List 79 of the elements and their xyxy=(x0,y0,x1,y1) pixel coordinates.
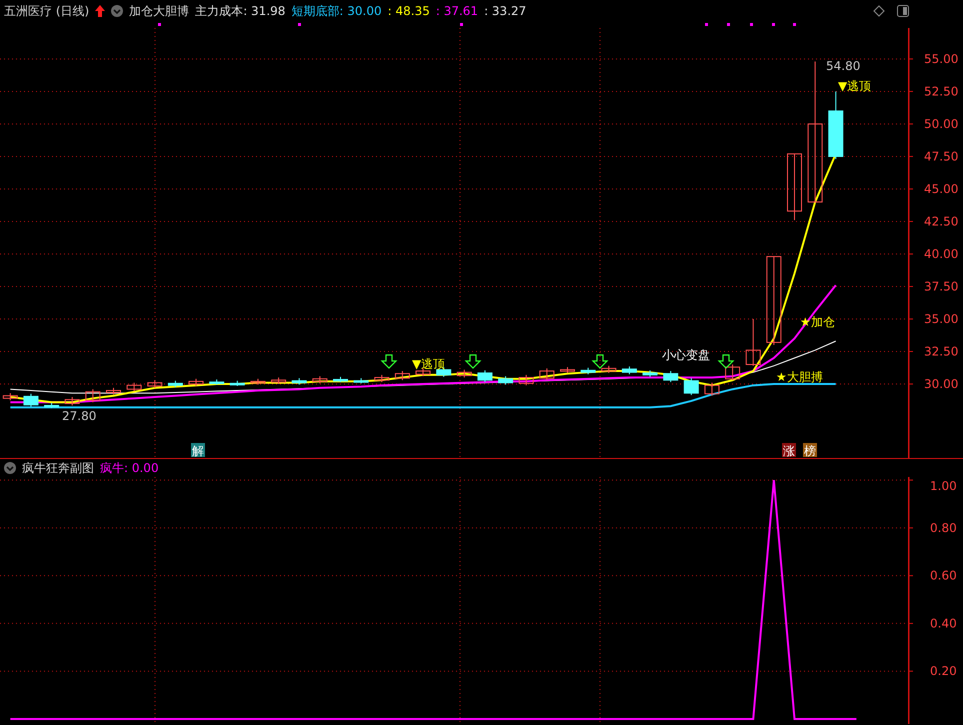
candle xyxy=(725,364,740,381)
y-axis-tick-label: 45.00 xyxy=(924,182,958,196)
candle xyxy=(85,388,100,403)
candle xyxy=(188,378,204,386)
candle xyxy=(456,369,472,378)
stock-title: 五洲医疗 (日线) xyxy=(4,2,90,20)
candle xyxy=(684,378,699,396)
candle xyxy=(2,392,18,401)
candle xyxy=(230,380,245,386)
y-axis-tick-label: 0.20 xyxy=(930,664,957,678)
candle xyxy=(44,402,60,409)
candle xyxy=(498,376,514,386)
down-arrow-icon xyxy=(592,354,608,369)
candle xyxy=(271,377,286,385)
candle xyxy=(292,378,307,386)
y-axis-tick-label: 47.50 xyxy=(924,149,958,164)
candle xyxy=(746,318,761,366)
candle xyxy=(416,368,431,377)
y-axis-tick-label: 40.00 xyxy=(924,246,958,261)
candle xyxy=(518,374,534,386)
candle xyxy=(580,367,596,375)
candle xyxy=(560,366,575,374)
y-axis-tick-label: 30.00 xyxy=(924,377,958,392)
y-axis-tick-label: 32.50 xyxy=(924,344,958,358)
chart-annotation: ★大胆搏 xyxy=(776,370,823,384)
indicator-readout: : 48.35 xyxy=(388,4,430,18)
chart-annotation: 27.80 xyxy=(62,409,96,423)
diamond-icon[interactable] xyxy=(873,5,885,17)
up-arrow-icon xyxy=(95,5,106,17)
candle xyxy=(663,370,678,383)
dropdown-icon[interactable] xyxy=(111,5,124,17)
candle xyxy=(787,153,802,221)
down-arrow-icon xyxy=(380,354,398,369)
y-axis-tick-label: 37.50 xyxy=(924,280,958,294)
candle xyxy=(23,393,38,408)
candle xyxy=(394,370,410,381)
candle xyxy=(106,387,121,395)
candle xyxy=(312,376,328,384)
down-arrow-icon xyxy=(464,354,482,369)
indicator-readout: : 37.61 xyxy=(436,4,478,18)
candle xyxy=(147,380,162,388)
y-axis-tick-label: 55.00 xyxy=(924,52,958,66)
y-axis-tick-label: 52.50 xyxy=(924,84,958,98)
chart-annotation: 小心变盘 xyxy=(662,348,710,362)
dropdown-icon[interactable] xyxy=(4,462,16,474)
indicator-name: 加仓大胆博 xyxy=(129,2,190,20)
candle xyxy=(354,378,369,384)
candle xyxy=(704,382,720,396)
y-axis-tick-label: 0.40 xyxy=(930,616,957,630)
chart-annotation: ▼逃顶 xyxy=(838,79,872,93)
candle xyxy=(209,378,224,386)
y-axis-tick-label: 1.00 xyxy=(930,479,957,493)
candle xyxy=(477,370,492,383)
y-axis-tick-label: 35.00 xyxy=(924,312,958,326)
candle xyxy=(642,370,658,378)
indicator-readout: 主力成本: 31.98 xyxy=(195,2,286,20)
subchart-title: 疯牛狂奔副图 xyxy=(22,460,94,476)
candle xyxy=(126,382,142,392)
indicator-readout: 疯牛: 0.00 xyxy=(100,460,159,476)
candle xyxy=(168,380,183,388)
signal-badge: 榜 xyxy=(803,443,817,458)
chart-annotation: ▼逃顶 xyxy=(412,357,446,371)
signal-badge: 解 xyxy=(191,443,205,458)
candle xyxy=(250,378,266,386)
y-axis-tick-label: 50.00 xyxy=(924,116,958,131)
candle xyxy=(539,368,554,381)
down-arrow-icon xyxy=(718,354,734,369)
indicator-readout: : 33.27 xyxy=(484,4,526,18)
candle xyxy=(601,365,616,374)
indicator-readout: 短期底部: 30.00 xyxy=(291,2,382,20)
y-axis-tick-label: 42.50 xyxy=(924,214,958,228)
candle xyxy=(828,90,844,160)
chart-annotation: 54.80 xyxy=(826,59,860,73)
y-axis-tick-label: 0.80 xyxy=(930,520,957,535)
y-axis-tick-label: 0.60 xyxy=(930,568,957,583)
candle xyxy=(374,374,390,383)
panel-toggle-icon[interactable] xyxy=(897,5,909,17)
candle xyxy=(64,396,80,406)
signal-badge: 涨 xyxy=(782,443,796,458)
